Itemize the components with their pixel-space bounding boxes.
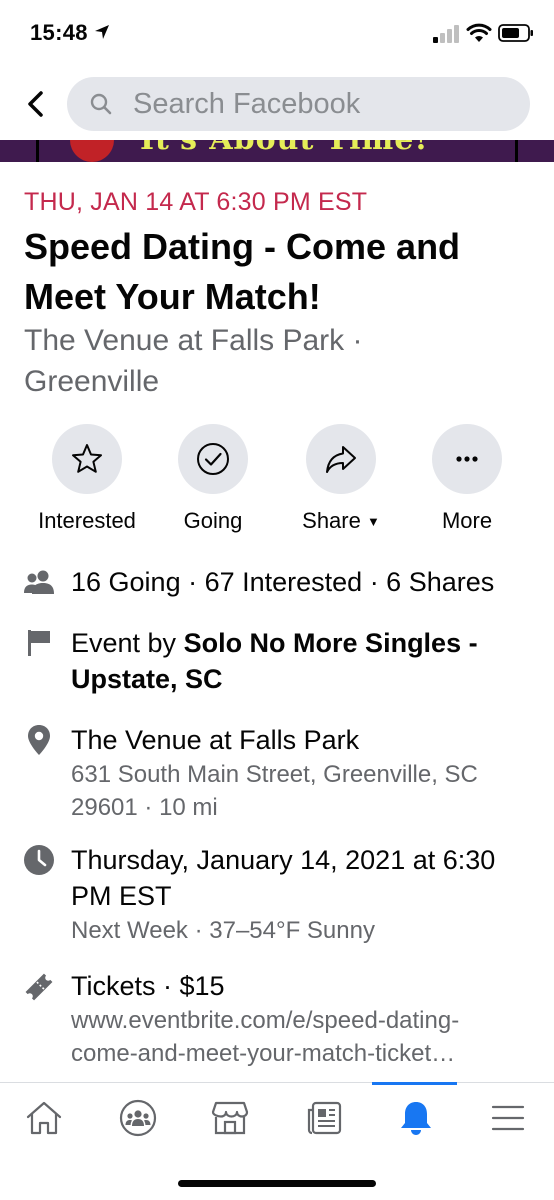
- venue-address: 631 South Main Street, Greenville, SC 29…: [71, 761, 478, 821]
- tickets-text: Tickets · $15 www.eventbrite.com/e/speed…: [71, 968, 533, 1070]
- attendance-counts: 16 Going · 67 Interested · 6 Shares: [71, 567, 495, 597]
- ticket-url-line1[interactable]: www.eventbrite.com/e/speed-dating-: [71, 1004, 533, 1037]
- event-datetime: Thursday, January 14, 2021 at 6:30 PM ES…: [71, 845, 496, 911]
- cover-decoration: [70, 140, 114, 162]
- battery-icon: [498, 24, 533, 42]
- host-line: Event by Solo No More Singles - Upstate,…: [71, 625, 533, 697]
- going-circle[interactable]: [178, 424, 248, 494]
- interested-label: Interested: [38, 508, 136, 533]
- cover-decoration: [36, 140, 39, 162]
- host-text: Event by Solo No More Singles - Upstate,…: [71, 625, 533, 697]
- nav-home[interactable]: [2, 1083, 86, 1153]
- more-button[interactable]: More: [402, 424, 532, 534]
- notifications-bell-icon: [401, 1102, 431, 1135]
- cover-decoration: [515, 140, 518, 162]
- caret-down-icon: ▼: [366, 514, 380, 529]
- interested-button[interactable]: Interested: [22, 424, 152, 534]
- nav-notifications[interactable]: [374, 1083, 458, 1153]
- location-arrow-icon: [95, 25, 109, 39]
- groups-icon: [119, 1099, 157, 1137]
- event-cover-image[interactable]: It's About Time!: [0, 140, 554, 162]
- search-icon: [90, 93, 112, 115]
- ticket-url-line2[interactable]: come-and-meet-your-match-ticket…: [71, 1037, 533, 1070]
- marketplace-icon: [211, 1101, 249, 1135]
- host-prefix: Event by: [71, 628, 184, 658]
- tickets-price: Tickets · $15: [71, 971, 225, 1001]
- news-icon: [307, 1101, 342, 1135]
- share-circle[interactable]: [306, 424, 376, 494]
- status-time: 15:48: [30, 20, 88, 45]
- star-icon: [72, 444, 102, 473]
- back-chevron-icon: [28, 91, 43, 117]
- status-bar: 15:48: [0, 0, 554, 70]
- event-title: Speed Dating - Come and Meet Your Match!: [24, 226, 461, 317]
- search-bar[interactable]: [67, 77, 530, 131]
- ticket-icon: [22, 970, 56, 1004]
- home-indicator[interactable]: [178, 1180, 376, 1187]
- more-label: More: [441, 508, 493, 533]
- nav-news[interactable]: [282, 1083, 366, 1153]
- cover-text: It's About Time!: [140, 140, 429, 157]
- map-pin-icon: [22, 723, 56, 757]
- back-button[interactable]: [18, 86, 54, 122]
- flag-icon: [22, 626, 56, 660]
- nav-marketplace[interactable]: [188, 1083, 272, 1153]
- datetime-text: Thursday, January 14, 2021 at 6:30 PM ES…: [71, 842, 533, 947]
- share-arrow-icon: [326, 446, 356, 473]
- header: [0, 72, 554, 138]
- nav-menu[interactable]: [466, 1083, 550, 1153]
- attendance-text: 16 Going · 67 Interested · 6 Shares: [71, 564, 533, 600]
- more-circle[interactable]: [432, 424, 502, 494]
- more-dots-icon: [456, 456, 478, 462]
- check-circle-icon: [197, 443, 229, 475]
- going-button[interactable]: Going: [148, 424, 278, 534]
- bottom-navigation: [0, 1082, 554, 1152]
- event-date: THU, JAN 14 AT 6:30 PM EST: [24, 188, 368, 216]
- interested-circle[interactable]: [52, 424, 122, 494]
- going-label: Going: [183, 508, 243, 533]
- venue-text: The Venue at Falls Park 631 South Main S…: [71, 722, 533, 824]
- event-location[interactable]: The Venue at Falls Park · Greenville: [24, 320, 504, 402]
- menu-icon: [491, 1105, 525, 1131]
- wifi-icon: [466, 23, 492, 42]
- clock-icon: [22, 843, 56, 877]
- weather-forecast: Next Week · 37–54°F Sunny: [71, 917, 375, 944]
- people-icon: [22, 565, 56, 599]
- event-actions: Interested Going Share ▼ More: [0, 424, 554, 544]
- share-button[interactable]: Share ▼: [276, 424, 406, 534]
- cellular-signal-icon: [433, 25, 459, 43]
- venue-name: The Venue at Falls Park: [71, 725, 360, 755]
- home-icon: [26, 1101, 62, 1135]
- share-label: Share ▼: [302, 508, 380, 533]
- search-input[interactable]: [133, 77, 513, 131]
- nav-groups[interactable]: [96, 1083, 180, 1153]
